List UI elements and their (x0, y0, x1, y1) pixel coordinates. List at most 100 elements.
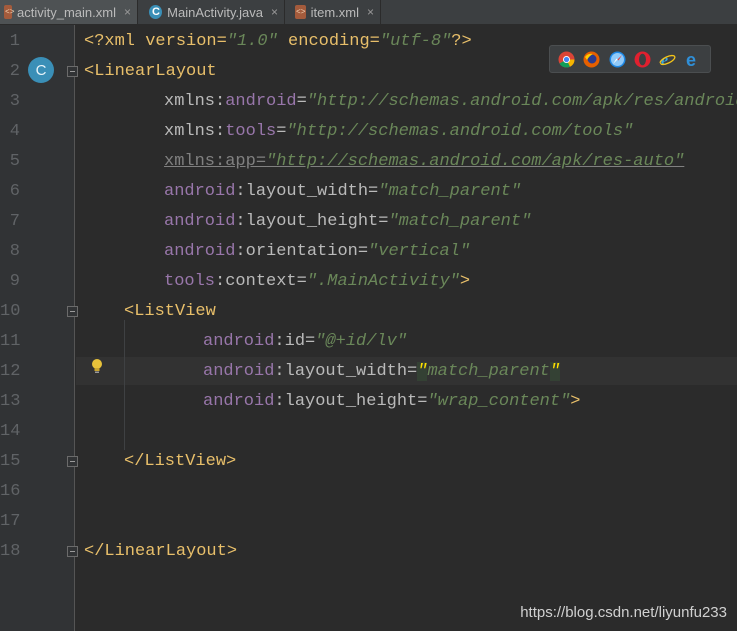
tab-label: activity_main.xml (17, 4, 116, 20)
code-token: "@+id/lv" (315, 332, 408, 351)
code-token: = (276, 122, 287, 141)
code-token: :layout_width= (274, 362, 418, 381)
browser-preview-bar: e e (549, 45, 711, 73)
code-token: ".MainActivity" (306, 272, 460, 291)
line-number: 7 (9, 212, 20, 231)
tab-mainactivity-java[interactable]: MainActivity.java × (145, 0, 285, 24)
code-token: " (417, 362, 428, 381)
fold-icon[interactable] (67, 66, 78, 77)
tab-item-xml[interactable]: item.xml × (291, 0, 381, 24)
code-token: xmlns:app= (164, 152, 267, 171)
code-token: <ListView (124, 302, 216, 321)
code-token: > (570, 392, 581, 411)
line-number: 3 (9, 92, 20, 111)
code-token: "vertical" (368, 242, 471, 261)
code-token: android (164, 242, 236, 261)
code-line-6: android:layout_width="match_parent" (164, 177, 521, 207)
tab-label: MainActivity.java (167, 4, 263, 20)
line-number: 11 (0, 332, 21, 351)
code-line-5: xmlns:app="http://schemas.android.com/ap… (164, 147, 684, 177)
fold-icon[interactable] (67, 306, 78, 317)
line-number: 10 (0, 302, 21, 321)
code-token: "utf-8" (379, 32, 452, 51)
xml-file-icon (295, 5, 306, 19)
editor-tab-bar: activity_main.xml × MainActivity.java × … (0, 0, 737, 25)
code-token: = (296, 92, 307, 111)
tab-activity-main-xml[interactable]: activity_main.xml × (0, 0, 138, 24)
code-token: "wrap_content" (427, 392, 571, 411)
line-number: 13 (0, 392, 21, 411)
code-token: tools (225, 122, 277, 141)
code-line-3: xmlns:android="http://schemas.android.co… (164, 87, 737, 117)
tab-label: item.xml (310, 4, 359, 20)
code-line-15: </ListView> (124, 447, 236, 477)
code-token: > (459, 272, 471, 291)
code-token: android (203, 362, 275, 381)
editor-gutter: 1 2 3 4 5 6 7 8 9 10 11 12 13 14 15 16 1… (0, 25, 75, 631)
edge-icon[interactable]: e (685, 51, 702, 68)
opera-icon[interactable] (634, 51, 651, 68)
code-token: android (164, 212, 236, 231)
code-line-10: <ListView (124, 297, 216, 327)
code-token: <LinearLayout (84, 62, 217, 81)
code-line-18: </LinearLayout> (84, 537, 237, 567)
svg-text:e: e (686, 51, 696, 68)
close-icon[interactable]: × (271, 5, 278, 19)
line-number: 15 (0, 452, 21, 471)
code-token: "match_parent" (378, 182, 522, 201)
code-line-9: tools:context=".MainActivity"> (164, 267, 470, 297)
code-token: "match_parent" (388, 212, 532, 231)
code-line-8: android:orientation="vertical" (164, 237, 470, 267)
code-token: "1.0" (226, 32, 278, 51)
code-token: tools (164, 272, 216, 291)
fold-icon[interactable] (67, 456, 78, 467)
close-icon[interactable]: × (367, 5, 374, 19)
code-token: :id= (274, 332, 316, 351)
line-number: 12 (0, 362, 21, 381)
code-token: match_parent (427, 362, 550, 381)
line-number: 4 (9, 122, 20, 141)
chrome-icon[interactable] (558, 51, 575, 68)
code-line-11: android:id="@+id/lv" (203, 327, 407, 357)
code-token: ?> (451, 32, 472, 51)
internet-explorer-icon[interactable]: e (659, 51, 676, 68)
code-token: :layout_width= (235, 182, 379, 201)
code-editor[interactable]: <?xml version="1.0" encoding="utf-8"?> <… (84, 27, 737, 627)
line-number: 9 (9, 272, 20, 291)
line-number: 1 (9, 32, 20, 51)
code-token: :layout_height= (235, 212, 389, 231)
java-class-icon (149, 5, 163, 19)
code-token: :layout_height= (274, 392, 428, 411)
code-line-2: <LinearLayout (84, 57, 217, 87)
firefox-icon[interactable] (583, 51, 600, 68)
fold-icon[interactable] (67, 546, 78, 557)
code-token: android (203, 332, 275, 351)
line-number: 5 (9, 152, 20, 171)
related-class-gutter-icon[interactable]: C (28, 57, 54, 83)
xml-file-icon (4, 5, 15, 19)
code-line-13: android:layout_height="wrap_content"> (203, 387, 580, 417)
code-token: <?xml version= (84, 32, 227, 51)
line-number: 17 (0, 512, 21, 531)
line-number: 16 (0, 482, 21, 501)
code-token: xmlns: (164, 122, 226, 141)
line-number: 2 (9, 62, 20, 81)
code-token: </LinearLayout> (84, 542, 238, 561)
code-token: "http://schemas.android.com/apk/res-auto… (266, 152, 685, 171)
code-token: " (549, 362, 561, 381)
code-token: "http://schemas.android.com/apk/res/andr… (306, 92, 737, 111)
code-line-7: android:layout_height="match_parent" (164, 207, 531, 237)
close-icon[interactable]: × (124, 5, 131, 19)
code-token: "http://schemas.android.com/tools" (286, 122, 634, 141)
code-token: encoding= (277, 32, 380, 51)
safari-icon[interactable] (609, 51, 626, 68)
line-number: 8 (9, 242, 20, 261)
line-number: 18 (0, 542, 21, 561)
code-token: android (225, 92, 297, 111)
code-token: </ListView> (124, 452, 237, 471)
code-token: android (203, 392, 275, 411)
code-line-12: android:layout_width="match_parent" (203, 357, 561, 387)
code-line-1: <?xml version="1.0" encoding="utf-8"?> (84, 27, 472, 57)
watermark: https://blog.csdn.net/liyunfu233 (520, 604, 727, 621)
code-token: android (164, 182, 236, 201)
